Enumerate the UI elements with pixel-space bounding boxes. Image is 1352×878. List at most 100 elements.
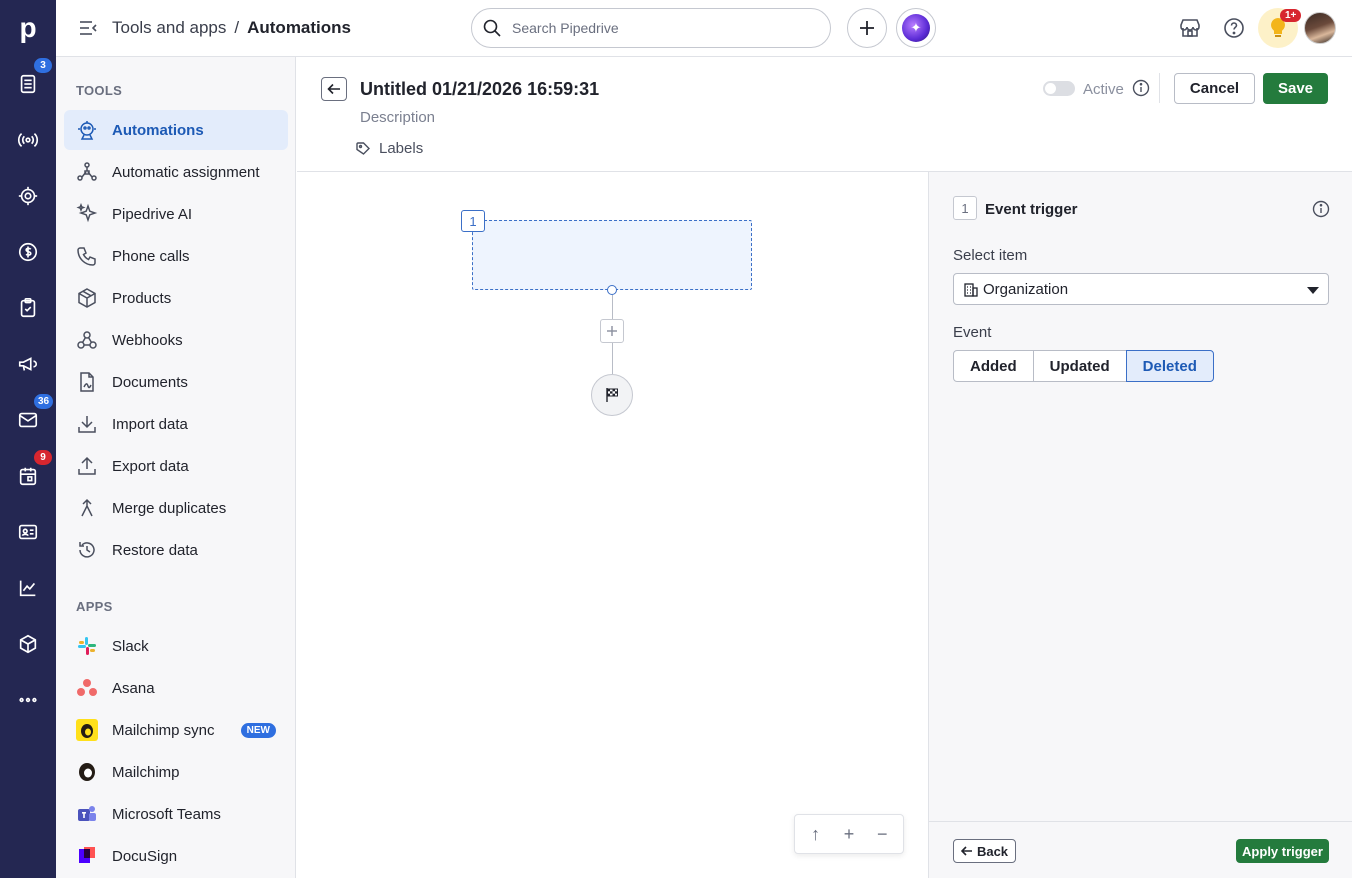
arrow-left-icon [327, 83, 340, 95]
plus-icon [860, 21, 874, 35]
rail-activities[interactable]: 9 [0, 450, 56, 498]
sidebar-item-documents[interactable]: Documents [64, 362, 288, 402]
sidebar-item-label: Automatic assignment [112, 163, 260, 181]
trigger-placeholder-node[interactable] [472, 220, 752, 290]
activities-badge: 9 [34, 450, 52, 465]
sidebar-item-mailchimp-sync[interactable]: Mailchimp sync NEW [64, 710, 288, 750]
panel-footer: Back Apply trigger [929, 821, 1352, 878]
save-button[interactable]: Save [1263, 73, 1328, 104]
cancel-button[interactable]: Cancel [1174, 73, 1255, 104]
rail-insights[interactable] [0, 566, 56, 610]
sidebar-item-label: Mailchimp sync [112, 721, 215, 739]
info-icon[interactable] [1132, 79, 1150, 97]
sidebar-item-automations[interactable]: Automations [64, 110, 288, 150]
info-icon[interactable] [1312, 200, 1330, 218]
sidebar-item-pipedrive-ai[interactable]: Pipedrive AI [64, 194, 288, 234]
user-avatar[interactable] [1304, 12, 1336, 44]
sidebar-item-label: DocuSign [112, 847, 178, 865]
ai-sparkle-icon: ✦ [902, 14, 930, 42]
top-header: Tools and apps / Automations Search Pipe… [56, 0, 1352, 57]
event-deleted-button[interactable]: Deleted [1125, 350, 1214, 382]
apply-trigger-button[interactable]: Apply trigger [1236, 839, 1329, 863]
sidebar-item-label: Webhooks [112, 331, 183, 349]
arrow-up-icon[interactable]: ↑ [801, 824, 831, 845]
more-dots-icon [19, 697, 37, 703]
chevron-down-icon [1307, 287, 1319, 294]
sidebar-item-docusign[interactable]: DocuSign [64, 836, 288, 876]
sidebar-item-import-data[interactable]: Import data [64, 404, 288, 444]
sidebar-item-automatic-assignment[interactable]: Automatic assignment [64, 152, 288, 192]
sidebar-item-export-data[interactable]: Export data [64, 446, 288, 486]
rail-products[interactable] [0, 622, 56, 666]
breadcrumb-separator: / [234, 18, 240, 37]
back-arrow-button[interactable] [321, 77, 347, 101]
sidebar-item-asana[interactable]: Asana [64, 668, 288, 708]
sidebar-item-microsoft-teams[interactable]: Microsoft Teams [64, 794, 288, 834]
tools-heading: TOOLS [76, 83, 123, 98]
event-label: Event [953, 324, 992, 341]
back-button[interactable]: Back [953, 839, 1016, 863]
sidebar-item-merge-duplicates[interactable]: Merge duplicates [64, 488, 288, 528]
mailchimp-icon [76, 719, 98, 741]
rail-leads[interactable]: 3 [0, 58, 56, 106]
rail-money[interactable] [0, 230, 56, 274]
apps-heading: APPS [76, 599, 113, 614]
quick-add-button[interactable] [847, 8, 887, 48]
rail-campaigns[interactable] [0, 342, 56, 386]
cube-icon [19, 634, 37, 654]
breadcrumb-parent[interactable]: Tools and apps [112, 18, 226, 38]
rail-more[interactable] [0, 678, 56, 722]
asana-icon [76, 677, 98, 699]
docusign-icon [76, 845, 98, 867]
sidebar-item-phone-calls[interactable]: Phone calls [64, 236, 288, 276]
select-item-dropdown[interactable]: Organization [953, 273, 1329, 305]
rail-contacts[interactable] [0, 510, 56, 554]
panel-step-number: 1 [953, 196, 977, 220]
new-badge: NEW [240, 723, 276, 738]
zoom-out-icon[interactable]: − [867, 824, 897, 845]
marketplace-icon[interactable] [1178, 16, 1202, 40]
slack-icon [76, 635, 98, 657]
main-rail: p 3 36 9 [0, 0, 56, 878]
pipedrive-logo[interactable]: p [0, 0, 56, 56]
sidebar-item-webhooks[interactable]: Webhooks [64, 320, 288, 360]
active-toggle[interactable] [1043, 81, 1075, 96]
sparkle-icon [76, 202, 98, 225]
event-added-button[interactable]: Added [953, 350, 1034, 382]
megaphone-icon [18, 357, 38, 371]
event-updated-button[interactable]: Updated [1032, 350, 1127, 382]
mailchimp-icon [76, 761, 98, 783]
rail-tasks[interactable] [0, 286, 56, 330]
sidebar-item-label: Documents [112, 373, 188, 391]
description-field[interactable]: Description [360, 109, 435, 126]
add-step-button[interactable] [600, 319, 624, 343]
menu-collapse-icon[interactable] [78, 18, 98, 38]
sidebar-item-label: Export data [112, 457, 189, 475]
sidebar-item-label: Pipedrive AI [112, 205, 193, 223]
organization-icon [964, 283, 978, 297]
search-input[interactable]: Search Pipedrive [471, 8, 831, 48]
sidebar-item-mailchimp[interactable]: Mailchimp [64, 752, 288, 792]
labels-button[interactable]: Labels [355, 140, 423, 157]
rail-target[interactable] [0, 174, 56, 218]
zoom-in-icon[interactable]: + [834, 824, 864, 845]
connector-dot [607, 285, 617, 295]
back-label: Back [976, 843, 1009, 859]
rail-mail[interactable]: 36 [0, 394, 56, 442]
finish-node [591, 374, 633, 416]
workflow-canvas[interactable]: 1 ↑ + − [297, 172, 928, 878]
select-item-label: Select item [953, 247, 1028, 264]
ai-assistant-button[interactable]: ✦ [896, 8, 936, 48]
sidebar-item-slack[interactable]: Slack [64, 626, 288, 666]
rail-deals[interactable] [0, 118, 56, 162]
document-icon [76, 371, 98, 393]
search-placeholder: Search Pipedrive [512, 20, 619, 36]
notifications-badge: 1+ [1280, 9, 1302, 22]
header-divider [1159, 73, 1160, 103]
help-icon[interactable] [1222, 16, 1246, 40]
sidebar-item-products[interactable]: Products [64, 278, 288, 318]
sidebar-item-restore-data[interactable]: Restore data [64, 530, 288, 570]
select-item-value: Organization [983, 280, 1069, 298]
automation-title[interactable]: Untitled 01/21/2026 16:59:31 [360, 79, 599, 100]
assignment-icon [76, 161, 98, 183]
